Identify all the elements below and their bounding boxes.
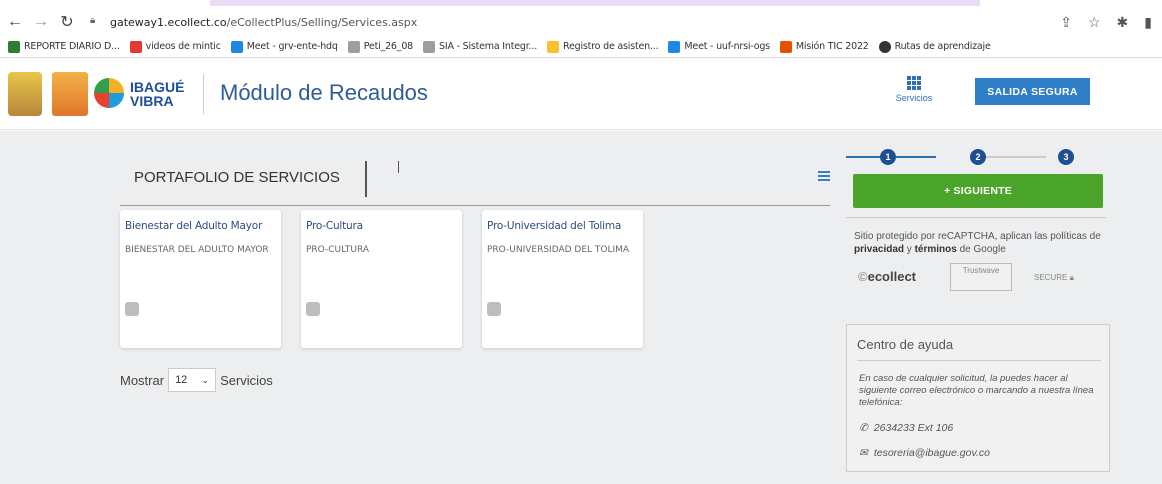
bookmark-item[interactable]: videos de mintic [129, 40, 221, 53]
back-icon[interactable]: ← [4, 11, 26, 33]
municipality-logo [52, 72, 88, 116]
service-card-desc: PRO-UNIVERSIDAD DEL TOLIMA [487, 245, 630, 255]
portfolio-title: PORTAFOLIO DE SERVICIOS [134, 169, 340, 186]
url-field[interactable]: 🔒︎ gateway1.ecollect.co /eCollectPlus/Se… [90, 11, 990, 33]
bookmark-item[interactable]: REPORTE DIARIO D... [8, 40, 120, 53]
service-card-title[interactable]: Pro-Universidad del Tolima [487, 220, 621, 232]
help-title: Centro de ayuda [857, 337, 954, 352]
reload-icon[interactable]: ↻ [56, 11, 78, 33]
captcha-divider [846, 217, 1106, 218]
main-content: PORTAFOLIO DE SERVICIOS Bienestar del Ad… [0, 131, 1162, 484]
browser-address-row: ← → ↻ 🔒︎ gateway1.ecollect.co /eCollectP… [0, 10, 1162, 34]
services-button[interactable]: Servicios [894, 76, 934, 103]
terms-link[interactable]: términos [915, 244, 957, 255]
service-card-title[interactable]: Bienestar del Adulto Mayor [125, 220, 262, 232]
step-line [896, 156, 936, 158]
security-badges: ©ecollect Trustwave SECURE 🔒︎ [854, 263, 1104, 293]
cursor-mark [398, 161, 399, 173]
step-line [986, 156, 1046, 158]
service-card-desc: PRO-CULTURA [306, 245, 370, 255]
bookmark-icon [547, 40, 560, 53]
step-line [846, 156, 880, 158]
help-phone: ✆ 2634233 Ext 106 [859, 422, 954, 434]
grid-icon [907, 76, 921, 90]
service-card-icon [125, 302, 139, 316]
logout-button[interactable]: SALIDA SEGURA [975, 78, 1090, 105]
ibague-vibra-logo-icon [94, 78, 124, 108]
show-suffix: Servicios [220, 372, 273, 388]
bookmark-icon [8, 40, 20, 53]
service-card[interactable]: Pro-Universidad del Tolima PRO-UNIVERSID… [482, 210, 643, 348]
service-card[interactable]: Bienestar del Adulto Mayor BIENESTAR DEL… [120, 210, 281, 348]
secure-badge: SECURE 🔒︎ [1034, 273, 1074, 282]
bookmark-icon [668, 40, 681, 53]
service-card-desc: BIENESTAR DEL ADULTO MAYOR [125, 245, 269, 255]
share-icon[interactable]: ⇪ [1060, 14, 1072, 31]
bookmark-item[interactable]: Peti_26_08 [347, 40, 413, 53]
service-card-icon [306, 302, 320, 316]
envelope-icon: ✉ [859, 447, 868, 459]
star-icon[interactable]: ☆ [1088, 14, 1101, 31]
bookmarks-bar: REPORTE DIARIO D... videos de mintic Mee… [0, 36, 1162, 58]
bookmark-icon [347, 40, 360, 53]
trustwave-badge: Trustwave [950, 263, 1012, 291]
phone-icon: ✆ [859, 422, 868, 434]
portfolio-divider [120, 205, 830, 206]
ecollect-logo-icon: © [858, 269, 868, 284]
forward-icon[interactable]: → [30, 11, 52, 33]
sidebar-icon[interactable]: ▮ [1144, 14, 1152, 31]
page-size-select[interactable]: 12 ⌄ [168, 368, 217, 392]
step-indicator: 1 2 3 [846, 149, 1106, 165]
url-path: /eCollectPlus/Selling/Services.aspx [226, 15, 418, 29]
list-view-icon[interactable] [818, 171, 830, 181]
bookmark-icon [779, 40, 792, 53]
header-divider [203, 74, 204, 114]
bookmark-icon [878, 40, 891, 53]
ecollect-badge: ©ecollect [858, 269, 917, 284]
extensions-icon[interactable]: ✱ [1117, 14, 1129, 31]
title-separator [365, 161, 367, 197]
browser-actions: ⇪ ☆ ✱ ▮ [1060, 14, 1152, 31]
service-card-title[interactable]: Pro-Cultura [306, 220, 363, 232]
bookmark-icon [129, 40, 142, 53]
chevron-down-icon: ⌄ [201, 374, 210, 385]
top-strip-bar [210, 0, 980, 6]
top-strip [0, 0, 1162, 10]
page-title: Módulo de Recaudos [220, 80, 428, 105]
bookmark-item[interactable]: SIA - Sistema Integr... [423, 40, 537, 53]
captcha-text: Sitio protegido por reCAPTCHA, aplican l… [854, 231, 1101, 255]
step-2: 2 [970, 149, 986, 165]
privacy-link[interactable]: privacidad [854, 244, 904, 255]
bookmark-item[interactable]: Meet - grv-ente-hdq [230, 40, 338, 53]
site-header: IBAGUÉ VIBRA Módulo de Recaudos Servicio… [0, 58, 1162, 130]
service-card[interactable]: Pro-Cultura PRO-CULTURA [301, 210, 462, 348]
lock-icon: 🔒︎ [1069, 273, 1074, 282]
help-divider [857, 360, 1101, 361]
step-1: 1 [880, 149, 896, 165]
recaptcha-notice: Sitio protegido por reCAPTCHA, aplican l… [846, 217, 1106, 301]
page-size-control: Mostrar 12 ⌄ Servicios [120, 368, 273, 392]
bookmark-item[interactable]: Rutas de aprendizaje [878, 40, 991, 53]
help-text: En caso de cualquier solicitud, la puede… [859, 373, 1094, 408]
url-host: gateway1.ecollect.co [110, 15, 227, 29]
coat-of-arms-logo [8, 72, 42, 116]
lock-icon: 🔒︎ [90, 15, 96, 26]
help-email[interactable]: ✉ tesoreria@ibague.gov.co [859, 447, 990, 459]
bookmark-item[interactable]: Registro de asisten... [547, 40, 659, 53]
bookmark-icon [423, 40, 436, 53]
service-card-icon [487, 302, 501, 316]
show-label: Mostrar [120, 372, 165, 388]
bookmark-icon [230, 40, 243, 53]
bookmark-item[interactable]: Misión TIC 2022 [779, 40, 869, 53]
next-button[interactable]: + SIGUIENTE [853, 174, 1103, 208]
help-center: Centro de ayuda En caso de cualquier sol… [846, 324, 1110, 472]
step-3: 3 [1058, 149, 1074, 165]
ibague-vibra-logo-text: IBAGUÉ VIBRA [130, 79, 185, 109]
bookmark-item[interactable]: Meet - uuf-nrsi-ogs [668, 40, 770, 53]
